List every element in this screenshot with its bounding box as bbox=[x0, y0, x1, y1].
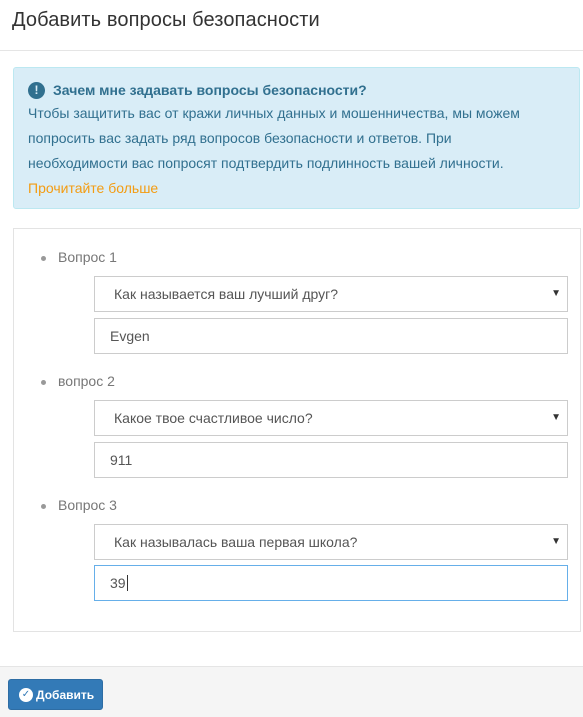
answer-2-input[interactable]: 911 bbox=[94, 442, 568, 478]
question-3-selected-text: Как называлась ваша первая школа? bbox=[114, 534, 358, 550]
question-2-label: вопрос 2 bbox=[41, 373, 115, 389]
info-alert-title-row: ! Зачем мне задавать вопросы безопасност… bbox=[28, 80, 565, 100]
security-questions-panel: Вопрос 1 Как называется ваш лучший друг?… bbox=[13, 228, 581, 632]
answer-3-input[interactable]: 39 bbox=[94, 565, 568, 601]
question-3-select[interactable]: Как называлась ваша первая школа? ▼ bbox=[94, 524, 568, 560]
caret-down-icon: ▼ bbox=[551, 288, 561, 299]
info-alert-title: Зачем мне задавать вопросы безопасности? bbox=[53, 82, 367, 98]
answer-1-value: Evgen bbox=[110, 328, 150, 344]
info-alert-body: Чтобы защитить вас от кражи личных данны… bbox=[28, 105, 520, 171]
add-button[interactable]: ✓ Добавить bbox=[8, 679, 103, 710]
question-2-selected-text: Какое твое счастливое число? bbox=[114, 410, 313, 426]
question-2-select[interactable]: Какое твое счастливое число? ▼ bbox=[94, 400, 568, 436]
page-title: Добавить вопросы безопасности bbox=[12, 9, 320, 31]
answer-3-value: 39 bbox=[110, 575, 126, 591]
exclamation-circle-icon: ! bbox=[28, 81, 45, 99]
question-3-label-text: Вопрос 3 bbox=[58, 497, 117, 513]
bullet bbox=[41, 504, 46, 509]
text-cursor bbox=[126, 575, 128, 591]
question-1-label-text: Вопрос 1 bbox=[58, 249, 117, 265]
footer: ✓ Добавить bbox=[0, 666, 583, 717]
check-circle-icon: ✓ bbox=[19, 687, 33, 702]
question-1-select[interactable]: Как называется ваш лучший друг? ▼ bbox=[94, 276, 568, 312]
answer-2-value: 911 bbox=[110, 452, 133, 468]
header: Добавить вопросы безопасности bbox=[0, 0, 583, 51]
question-3-label: Вопрос 3 bbox=[41, 497, 117, 513]
read-more-link[interactable]: Прочитайте больше bbox=[28, 176, 158, 201]
answer-1-input[interactable]: Evgen bbox=[94, 318, 568, 354]
info-alert: ! Зачем мне задавать вопросы безопасност… bbox=[13, 67, 580, 209]
question-2-label-text: вопрос 2 bbox=[58, 373, 115, 389]
question-1-selected-text: Как называется ваш лучший друг? bbox=[114, 286, 339, 302]
add-button-label: Добавить bbox=[36, 687, 95, 702]
bullet bbox=[41, 256, 46, 261]
bullet bbox=[41, 380, 46, 385]
question-1-label: Вопрос 1 bbox=[41, 249, 117, 265]
caret-down-icon: ▼ bbox=[551, 412, 561, 423]
caret-down-icon: ▼ bbox=[551, 536, 561, 547]
